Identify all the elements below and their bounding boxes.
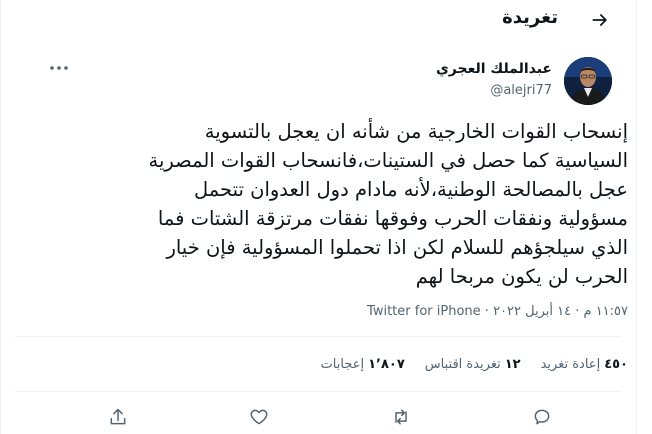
likes-stat[interactable]: ١٬٨٠٧إعجابات bbox=[321, 357, 405, 372]
right-border bbox=[636, 0, 637, 434]
tweet-meta: ١١:٥٧ م · ١٤ أبريل ٢٠٢٢ · Twitter for iP… bbox=[367, 304, 628, 319]
tweet-stats: ٤٥٠إعادة تغريد ١٢تغريدة اقتباس ١٬٨٠٧إعجا… bbox=[321, 357, 628, 372]
likes-label: إعجابات bbox=[320, 357, 365, 372]
divider bbox=[15, 336, 621, 337]
author-handle[interactable]: @alejri77 bbox=[490, 83, 552, 98]
author-name[interactable]: عبدالملك العجري bbox=[436, 61, 552, 77]
heart-icon bbox=[249, 407, 269, 427]
retweet-button[interactable] bbox=[386, 402, 416, 432]
share-icon bbox=[108, 407, 128, 427]
more-icon bbox=[49, 65, 69, 71]
back-button[interactable] bbox=[586, 6, 614, 34]
divider bbox=[15, 391, 621, 392]
meta-separator: · bbox=[484, 304, 489, 319]
header: تغريدة bbox=[0, 0, 636, 40]
like-button[interactable] bbox=[244, 402, 274, 432]
arrow-back-icon bbox=[590, 10, 610, 30]
retweet-icon bbox=[390, 407, 412, 427]
retweets-stat[interactable]: ٤٥٠إعادة تغريد bbox=[541, 357, 628, 372]
avatar[interactable] bbox=[564, 57, 612, 105]
more-options-button[interactable] bbox=[46, 58, 72, 78]
author-row: عبدالملك العجري @alejri77 bbox=[0, 52, 636, 108]
quotes-count: ١٢ bbox=[504, 357, 521, 372]
reply-icon bbox=[532, 407, 552, 427]
quotes-stat[interactable]: ١٢تغريدة اقتباس bbox=[425, 357, 521, 372]
tweet-source[interactable]: Twitter for iPhone bbox=[367, 304, 481, 319]
quotes-label: تغريدة اقتباس bbox=[424, 357, 501, 372]
retweets-count: ٤٥٠ bbox=[604, 357, 628, 372]
likes-count: ١٬٨٠٧ bbox=[368, 357, 405, 372]
tweet-timestamp[interactable]: ١١:٥٧ م · ١٤ أبريل ٢٠٢٢ bbox=[493, 304, 628, 319]
retweets-label: إعادة تغريد bbox=[540, 357, 601, 372]
reply-button[interactable] bbox=[527, 402, 557, 432]
action-bar bbox=[0, 400, 636, 430]
page-title: تغريدة bbox=[502, 7, 558, 28]
tweet-text: إنسحاب القوات الخارجية من شأنه ان يعجل ب… bbox=[148, 120, 628, 288]
share-button[interactable] bbox=[103, 402, 133, 432]
